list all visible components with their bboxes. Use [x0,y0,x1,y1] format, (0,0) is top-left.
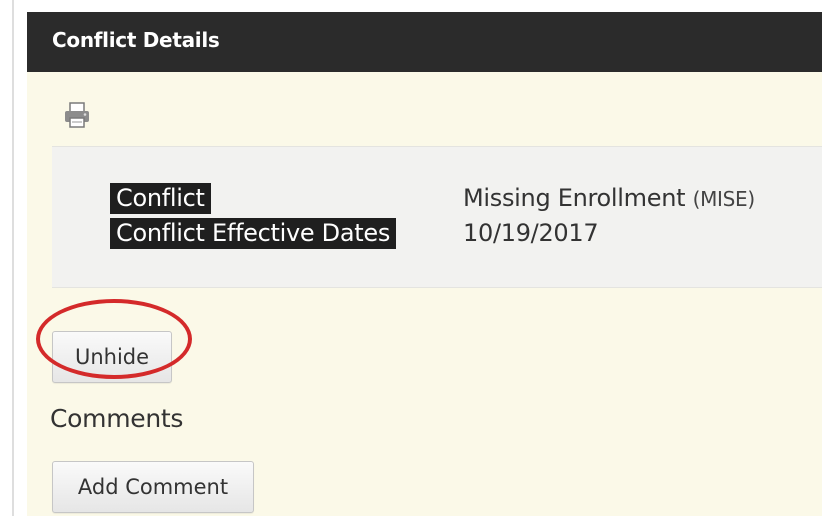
printer-icon[interactable] [62,100,92,130]
panel-title: Conflict Details [52,28,220,52]
printer-icon-graphic [65,102,89,128]
conflict-label: Conflict [110,183,211,214]
conflict-code: (MISE) [692,187,756,211]
conflict-effective-dates-value: 10/19/2017 [463,219,599,247]
left-divider [12,0,14,516]
conflict-effective-dates-label: Conflict Effective Dates [110,218,397,249]
panel-header: Conflict Details [27,12,822,72]
comments-heading: Comments [50,404,184,433]
page: Conflict Details Conflict Conflict Effec… [0,0,822,516]
add-comment-button[interactable]: Add Comment [52,461,254,513]
unhide-button[interactable]: Unhide [52,331,172,383]
conflict-value: Missing Enrollment (MISE) [463,183,755,215]
conflict-name: Missing Enrollment [463,184,686,212]
conflict-details-box: Conflict Conflict Effective Dates Missin… [52,146,822,288]
